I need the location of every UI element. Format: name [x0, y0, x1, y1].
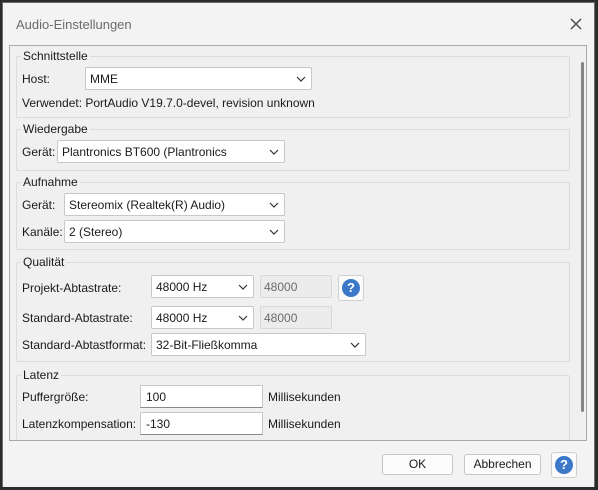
vertical-scrollbar[interactable]	[579, 50, 586, 438]
default-rate-label: Standard-Abtastrate:	[22, 311, 133, 325]
channels-label: Kanäle:	[22, 225, 63, 239]
host-select[interactable]: MME	[85, 67, 312, 90]
buffer-size-input[interactable]: 100	[140, 385, 263, 408]
title-bar: Audio-Einstellungen	[3, 3, 594, 43]
chevron-down-icon	[350, 342, 360, 348]
default-rate-value: 48000 Hz	[156, 311, 208, 325]
recording-device-select[interactable]: Stereomix (Realtek(R) Audio)	[64, 193, 285, 216]
chevron-down-icon	[238, 315, 248, 321]
project-rate-label: Projekt-Abtastrate:	[22, 281, 122, 295]
quality-group-title: Qualität	[21, 255, 67, 269]
interface-group-title: Schnittstelle	[21, 49, 90, 63]
latency-compensation-label: Latenzkompensation:	[22, 417, 137, 431]
chevron-down-icon	[269, 229, 279, 235]
footer-help-button[interactable]: ?	[551, 452, 577, 478]
window-title: Audio-Einstellungen	[16, 17, 132, 32]
channels-select[interactable]: 2 (Stereo)	[64, 220, 285, 243]
default-rate-field: 48000	[260, 306, 332, 329]
host-label: Host:	[22, 72, 51, 86]
project-rate-value: 48000 Hz	[156, 280, 208, 294]
host-select-value: MME	[90, 72, 118, 86]
recording-group-title: Aufnahme	[21, 175, 80, 189]
playback-group-title: Wiedergabe	[21, 122, 90, 136]
dialog-footer: OK Abbrechen ?	[3, 443, 594, 487]
latency-group	[16, 375, 570, 440]
buffer-size-unit: Millisekunden	[268, 390, 341, 404]
default-rate-select[interactable]: 48000 Hz	[151, 306, 254, 329]
project-rate-field: 48000	[260, 275, 332, 298]
latency-group-title: Latenz	[21, 368, 62, 382]
settings-panel: Schnittstelle Host: MME Verwendet: PortA…	[9, 45, 587, 441]
project-rate-select[interactable]: 48000 Hz	[151, 275, 254, 298]
chevron-down-icon	[269, 149, 279, 155]
scrollbar-thumb[interactable]	[581, 62, 584, 412]
close-icon	[570, 18, 582, 30]
playback-device-label: Gerät:	[22, 145, 56, 159]
recording-device-value: Stereomix (Realtek(R) Audio)	[69, 198, 226, 212]
recording-device-label: Gerät:	[22, 198, 56, 212]
portaudio-version-text: Verwendet: PortAudio V19.7.0-devel, revi…	[22, 96, 315, 110]
sample-format-value: 32-Bit-Fließkomma	[156, 338, 258, 352]
latency-compensation-input[interactable]: -130	[140, 412, 263, 435]
close-button[interactable]	[565, 13, 587, 35]
chevron-down-icon	[296, 76, 306, 82]
help-button[interactable]: ?	[338, 275, 364, 301]
ok-button[interactable]: OK	[382, 454, 453, 475]
playback-device-value: Plantronics BT600 (Plantronics	[62, 145, 227, 159]
latency-compensation-unit: Millisekunden	[268, 417, 341, 431]
sample-format-select[interactable]: 32-Bit-Fließkomma	[151, 333, 366, 356]
help-icon: ?	[342, 279, 360, 297]
help-icon: ?	[555, 456, 573, 474]
audio-settings-dialog: Audio-Einstellungen Schnittstelle Host: …	[2, 2, 595, 487]
buffer-size-label: Puffergröße:	[22, 390, 89, 404]
cancel-button[interactable]: Abbrechen	[464, 454, 541, 475]
channels-value: 2 (Stereo)	[69, 225, 123, 239]
chevron-down-icon	[238, 284, 248, 290]
playback-device-select[interactable]: Plantronics BT600 (Plantronics	[57, 140, 285, 163]
sample-format-label: Standard-Abtastformat:	[22, 338, 147, 352]
chevron-down-icon	[269, 202, 279, 208]
